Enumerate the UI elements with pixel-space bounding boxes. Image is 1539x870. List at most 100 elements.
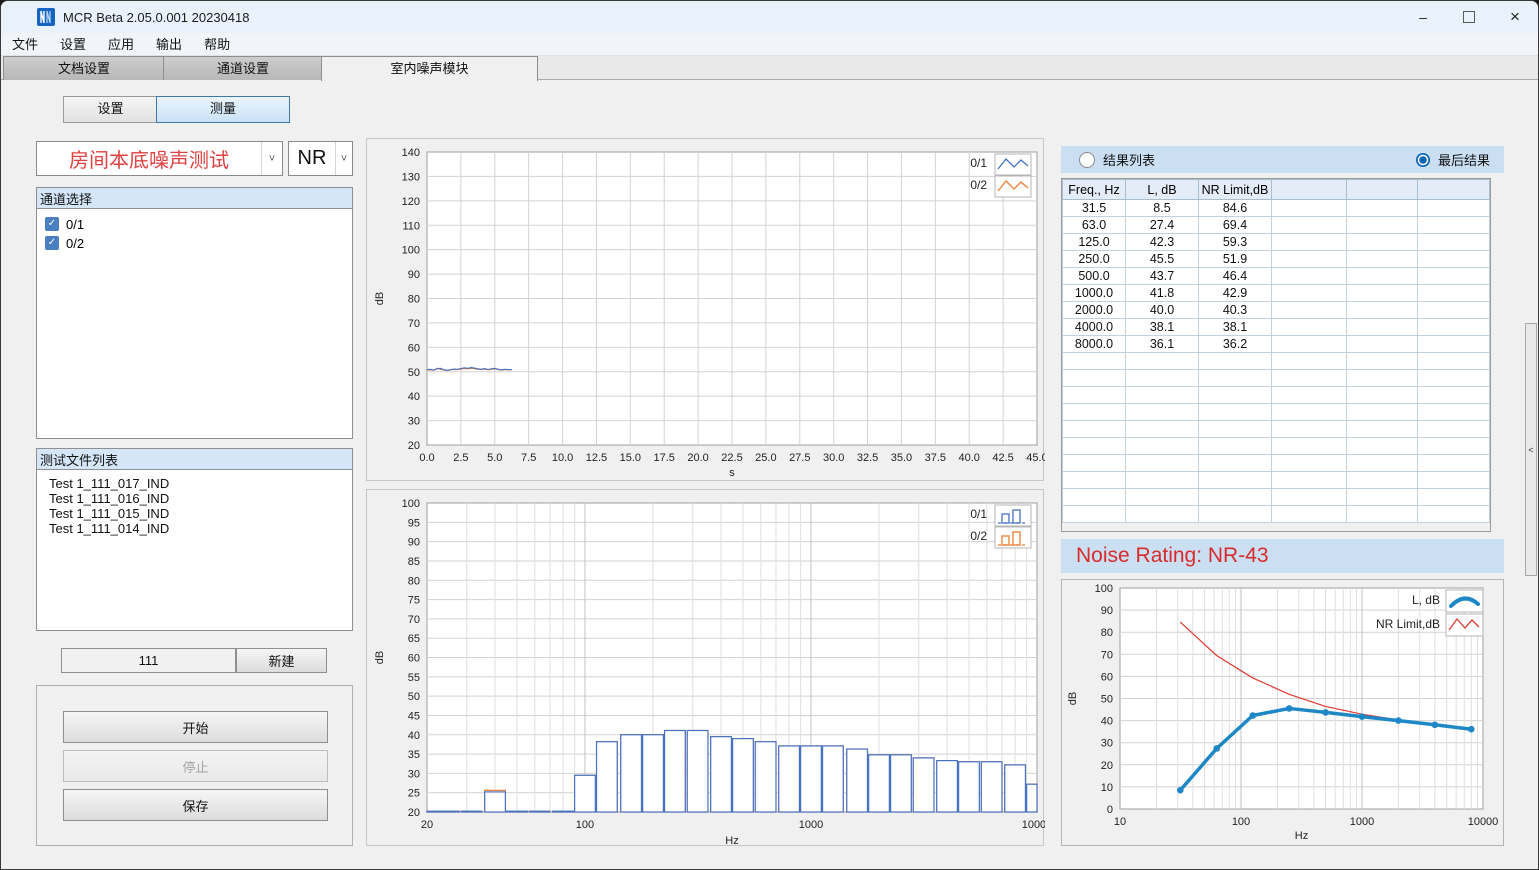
svg-text:40: 40 <box>408 391 420 403</box>
table-cell-empty <box>1347 353 1418 370</box>
svg-text:Hz: Hz <box>725 835 738 847</box>
close-button[interactable]: × <box>1492 1 1538 33</box>
menu-item-4[interactable]: 帮助 <box>193 33 241 56</box>
test-type-select[interactable]: 房间本底噪声测试 ˅ <box>36 141 283 176</box>
collapse-panel-button[interactable]: < <box>1525 323 1537 576</box>
subtab-1[interactable]: 测量 <box>156 96 290 123</box>
table-cell-empty <box>1199 489 1272 506</box>
table-cell-empty <box>1063 506 1126 523</box>
file-name-input[interactable]: 111 <box>61 648 236 673</box>
table-row[interactable]: 63.027.469.4 <box>1063 217 1490 234</box>
checkbox-checked-icon[interactable]: ✓ <box>45 217 59 231</box>
table-cell <box>1347 251 1418 268</box>
table-cell-empty <box>1199 421 1272 438</box>
svg-text:0/1: 0/1 <box>970 156 987 170</box>
svg-text:0.0: 0.0 <box>419 452 434 464</box>
table-cell <box>1418 302 1490 319</box>
table-cell: 38.1 <box>1126 319 1199 336</box>
table-row[interactable]: 1000.041.842.9 <box>1063 285 1490 302</box>
channel-item-0[interactable]: ✓0/1 <box>45 215 352 233</box>
table-cell-empty <box>1199 455 1272 472</box>
chevron-down-icon[interactable]: ˅ <box>335 142 352 175</box>
svg-text:40.0: 40.0 <box>959 452 980 464</box>
tab-2[interactable]: 室内噪声模块 <box>321 56 538 81</box>
table-cell <box>1347 302 1418 319</box>
table-cell <box>1418 268 1490 285</box>
save-button-label: 保存 <box>182 796 208 815</box>
svg-text:70: 70 <box>408 318 420 330</box>
maximize-icon <box>1463 11 1475 23</box>
svg-text:20: 20 <box>408 807 420 819</box>
table-empty-row <box>1063 404 1490 421</box>
table-cell: 40.0 <box>1126 302 1199 319</box>
table-cell: 42.3 <box>1126 234 1199 251</box>
maximize-button[interactable] <box>1446 1 1492 33</box>
spectrum-chart-panel: 2025303540455055606570758085909510020100… <box>366 489 1044 846</box>
table-cell-empty <box>1347 387 1418 404</box>
menu-item-2[interactable]: 应用 <box>97 33 145 56</box>
table-cell <box>1272 302 1347 319</box>
rating-select[interactable]: NR ˅ <box>288 141 353 176</box>
svg-text:5.0: 5.0 <box>487 452 502 464</box>
svg-text:50: 50 <box>408 367 420 379</box>
svg-text:37.5: 37.5 <box>925 452 946 464</box>
table-cell-empty <box>1199 370 1272 387</box>
svg-text:85: 85 <box>408 556 420 568</box>
last-result-radio[interactable] <box>1416 153 1430 167</box>
table-cell-empty <box>1272 404 1347 421</box>
table-header-cell: NR Limit,dB <box>1199 180 1272 200</box>
table-cell-empty <box>1347 404 1418 421</box>
start-button[interactable]: 开始 <box>63 711 328 743</box>
table-cell: 36.1 <box>1126 336 1199 353</box>
table-row[interactable]: 8000.036.136.2 <box>1063 336 1490 353</box>
table-row[interactable]: 31.58.584.6 <box>1063 200 1490 217</box>
table-header-row: Freq., HzL, dBNR Limit,dB <box>1063 180 1490 200</box>
table-cell-empty <box>1063 421 1126 438</box>
svg-text:10000: 10000 <box>1022 819 1045 831</box>
file-list-item-1[interactable]: Test 1_111_016_IND <box>49 491 352 506</box>
file-list-item-0[interactable]: Test 1_111_017_IND <box>49 476 352 491</box>
table-cell: 46.4 <box>1199 268 1272 285</box>
table-header-cell <box>1418 180 1490 200</box>
table-empty-row <box>1063 489 1490 506</box>
svg-text:100: 100 <box>1232 816 1250 828</box>
menu-item-1[interactable]: 设置 <box>49 33 97 56</box>
chevron-down-icon[interactable]: ˅ <box>261 142 282 175</box>
table-row[interactable]: 250.045.551.9 <box>1063 251 1490 268</box>
channel-item-1[interactable]: ✓0/2 <box>45 234 352 252</box>
table-row[interactable]: 500.043.746.4 <box>1063 268 1490 285</box>
svg-text:17.5: 17.5 <box>654 452 675 464</box>
table-cell <box>1347 319 1418 336</box>
table-row[interactable]: 4000.038.138.1 <box>1063 319 1490 336</box>
file-list-item-3[interactable]: Test 1_111_014_IND <box>49 521 352 536</box>
table-header-cell: Freq., Hz <box>1063 180 1126 200</box>
table-row[interactable]: 125.042.359.3 <box>1063 234 1490 251</box>
subtab-0[interactable]: 设置 <box>63 96 158 123</box>
tab-1[interactable]: 通道设置 <box>163 56 323 80</box>
svg-text:1000: 1000 <box>1350 816 1374 828</box>
table-cell <box>1347 268 1418 285</box>
table-cell-empty <box>1272 421 1347 438</box>
minimize-button[interactable]: – <box>1400 1 1446 33</box>
checkbox-checked-icon[interactable]: ✓ <box>45 236 59 250</box>
result-list-radio[interactable] <box>1079 152 1095 168</box>
table-cell: 36.2 <box>1199 336 1272 353</box>
table-cell-empty <box>1199 506 1272 523</box>
save-button[interactable]: 保存 <box>63 789 328 821</box>
file-list-item-2[interactable]: Test 1_111_015_IND <box>49 506 352 521</box>
table-cell <box>1272 200 1347 217</box>
table-cell <box>1418 200 1490 217</box>
table-cell: 1000.0 <box>1063 285 1126 302</box>
menu-item-0[interactable]: 文件 <box>1 33 49 56</box>
table-cell-empty <box>1126 506 1199 523</box>
menu-item-3[interactable]: 输出 <box>145 33 193 56</box>
table-cell-empty <box>1418 353 1490 370</box>
last-result-radio-label: 最后结果 <box>1438 150 1490 169</box>
new-button[interactable]: 新建 <box>236 648 327 673</box>
tab-0[interactable]: 文档设置 <box>3 56 165 80</box>
table-row[interactable]: 2000.040.040.3 <box>1063 302 1490 319</box>
minimize-icon: – <box>1419 9 1427 25</box>
svg-text:25: 25 <box>408 788 420 800</box>
table-cell-empty <box>1347 506 1418 523</box>
svg-text:1000: 1000 <box>799 819 823 831</box>
